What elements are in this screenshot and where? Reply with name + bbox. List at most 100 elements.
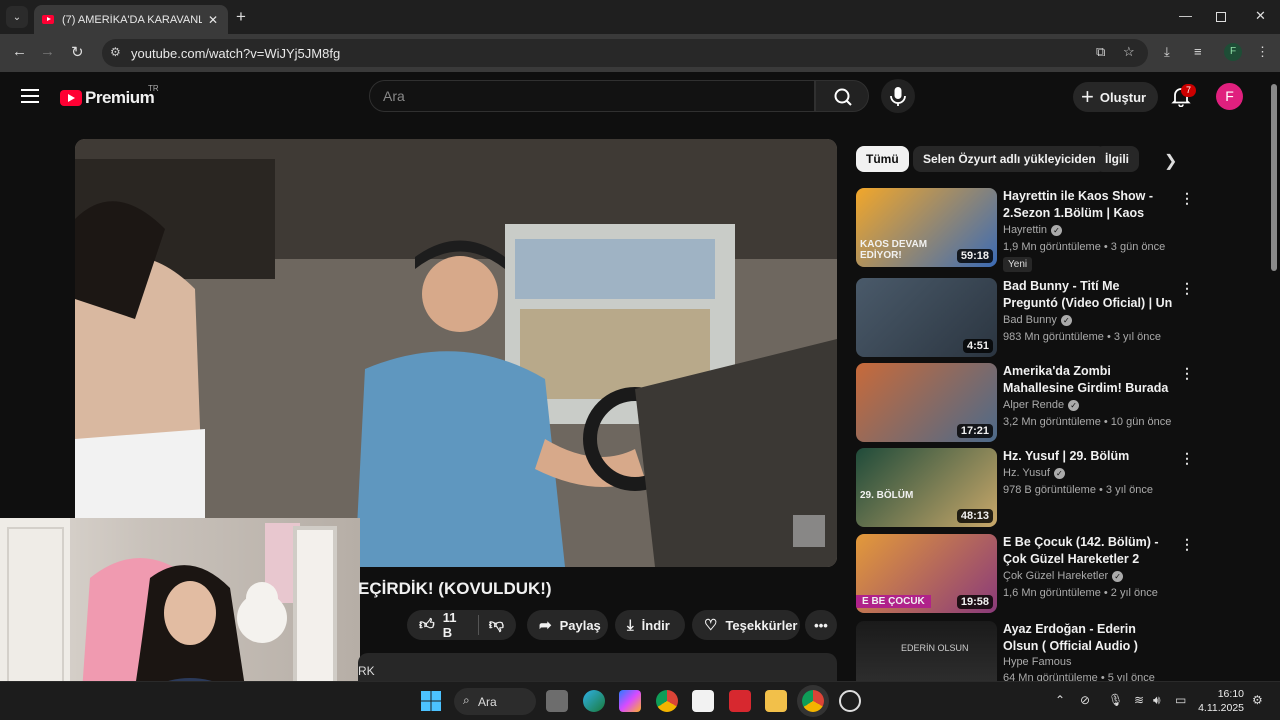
recommendation-item[interactable]: E BE ÇOCUK 19:58 E Be Çocuk (142. Bölüm)… [856, 534, 1194, 614]
video-thumbnail[interactable]: 29. BÖLÜM 48:13 [856, 448, 997, 527]
create-button[interactable]: + Oluştur [1073, 82, 1158, 112]
search-input[interactable] [370, 81, 814, 111]
thanks-button[interactable]: ♡ Teşekkürler [692, 610, 800, 640]
video-thumbnail[interactable]: 4:51 [856, 278, 997, 357]
recommendation-item[interactable]: 17:21 Amerika'da Zombi Mahallesine Girdi… [856, 363, 1194, 443]
minimize-icon[interactable]: — [1179, 8, 1192, 23]
browser-menu-icon[interactable]: ⋮ [1256, 44, 1269, 60]
chrome-active-icon[interactable] [802, 690, 824, 712]
thumbs-up-icon: 👍︎ [419, 616, 435, 633]
channel-name[interactable]: Alper Rende ✓ [1003, 399, 1080, 411]
account-avatar[interactable]: F [1216, 83, 1243, 110]
video-thumbnail[interactable]: EDERİN OLSUN [856, 621, 997, 681]
video-title[interactable]: Ayaz Erdoğan - Ederin Olsun ( Official A… [1003, 621, 1173, 655]
voice-search-button[interactable] [881, 79, 915, 113]
more-vertical-icon[interactable]: ⋮ [1180, 536, 1194, 553]
chip-related[interactable]: İlgili [1095, 146, 1139, 172]
video-title[interactable]: E Be Çocuk (142. Bölüm) - Çok Güzel Hare… [1003, 534, 1173, 568]
media-controls-icon[interactable]: ≡ [1194, 44, 1202, 59]
thanks-label: Teşekkürler [725, 617, 798, 633]
video-title[interactable]: Hz. Yusuf | 29. Bölüm [1003, 448, 1173, 465]
browser-toolbar: ← → ↻ ⚙ youtube.com/watch?v=WiJYj5JM8fg … [0, 34, 1280, 72]
new-tab-button[interactable]: + [236, 8, 246, 25]
video-player[interactable] [75, 139, 837, 567]
downloads-icon[interactable]: ⤓ [1164, 44, 1170, 60]
channel-name[interactable]: Çok Güzel Hareketler ✓ [1003, 570, 1124, 582]
task-view-icon[interactable] [546, 690, 568, 712]
download-icon: ⤓ [627, 616, 634, 634]
camera-off-icon[interactable]: ⊘ [1080, 693, 1090, 707]
like-button[interactable]: 👍︎ 11 B 👎︎ [407, 610, 516, 640]
store-icon[interactable] [692, 690, 714, 712]
recommendation-item[interactable]: KAOS DEVAM EDİYOR! 59:18 Hayrettin ile K… [856, 188, 1194, 272]
copilot-icon[interactable] [619, 690, 641, 712]
thumbnail-caption: E BE ÇOCUK [856, 595, 931, 608]
more-actions-button[interactable]: ••• [805, 610, 837, 640]
recommendation-item[interactable]: EDERİN OLSUN Ayaz Erdoğan - Ederin Olsun… [856, 621, 1182, 681]
wifi-icon[interactable]: ≋ [1134, 693, 1144, 707]
channel-name[interactable]: Hayrettin ✓ [1003, 224, 1063, 236]
notifications-center-icon[interactable]: ⚙ [1252, 693, 1263, 707]
video-title[interactable]: Hayrettin ile Kaos Show - 2.Sezon 1.Bölü… [1003, 188, 1173, 222]
window-close-icon[interactable]: ✕ [1255, 8, 1266, 24]
youtube-premium-logo[interactable]: Premium TR [60, 84, 159, 108]
recommendation-item[interactable]: 29. BÖLÜM 48:13 Hz. Yusuf | 29. Bölüm Hz… [856, 448, 1194, 528]
more-vertical-icon[interactable]: ⋮ [1180, 190, 1194, 207]
chip-from-uploader[interactable]: Selen Özyurt adlı yükleyiciden [913, 146, 1106, 172]
video-thumbnail[interactable]: KAOS DEVAM EDİYOR! 59:18 [856, 188, 997, 267]
chip-all[interactable]: Tümü [856, 146, 909, 172]
reload-icon[interactable]: ↻ [71, 43, 84, 61]
scrollbar-thumb[interactable] [1271, 84, 1277, 271]
verified-check-icon: ✓ [1053, 467, 1065, 479]
more-vertical-icon[interactable]: ⋮ [1180, 365, 1194, 382]
install-app-icon[interactable]: ⧉ [1096, 44, 1105, 60]
wps-office-icon[interactable] [729, 690, 751, 712]
more-vertical-icon[interactable]: ⋮ [1180, 623, 1182, 640]
thumbs-down-icon[interactable]: 👎︎ [489, 616, 504, 634]
download-button[interactable]: ⤓ İndir [615, 610, 685, 640]
video-thumbnail[interactable]: 17:21 [856, 363, 997, 442]
tray-overflow-icon[interactable]: ⌃ [1055, 693, 1065, 707]
browser-profile-avatar[interactable]: F [1224, 43, 1242, 61]
site-info-icon[interactable]: ⚙ [110, 45, 121, 59]
search-button[interactable] [815, 80, 869, 112]
more-vertical-icon[interactable]: ⋮ [1180, 450, 1194, 467]
back-icon[interactable]: ← [12, 43, 27, 60]
video-thumbnail[interactable]: E BE ÇOCUK 19:58 [856, 534, 997, 613]
edge-icon[interactable] [583, 690, 605, 712]
video-title[interactable]: Amerika'da Zombi Mahallesine Girdim! Bur… [1003, 363, 1173, 397]
volume-icon[interactable]: 🔊︎ [1153, 693, 1161, 708]
thumbnail-caption: KAOS DEVAM EDİYOR! [860, 239, 928, 261]
taskbar-search[interactable]: ⌕ Ara [454, 688, 536, 715]
more-horizontal-icon: ••• [814, 617, 828, 633]
bookmark-star-icon[interactable]: ☆ [1123, 44, 1135, 60]
file-explorer-icon[interactable] [765, 690, 787, 712]
windows-start-icon[interactable] [420, 690, 442, 712]
tab-close-icon[interactable]: ✕ [206, 13, 220, 27]
channel-name[interactable]: Hype Famous [1003, 656, 1071, 668]
microphone-tray-icon[interactable]: 🎙︎ [1108, 693, 1123, 707]
channel-label: Hayrettin [1003, 224, 1048, 236]
channel-name[interactable]: Hz. Yusuf ✓ [1003, 467, 1065, 479]
battery-icon[interactable]: ▭ [1175, 693, 1186, 707]
guide-menu-icon[interactable] [21, 89, 39, 103]
video-meta: 983 Mn görüntüleme • 3 yıl önce [1003, 331, 1161, 343]
tab-search-button[interactable]: ⌄ [6, 6, 28, 28]
recommendation-item[interactable]: 4:51 Bad Bunny - Tití Me Preguntó (Video… [856, 278, 1194, 358]
channel-name[interactable]: Bad Bunny ✓ [1003, 314, 1072, 326]
logo-text: Premium [85, 88, 155, 107]
taskbar-clock[interactable]: 16:10 4.11.2025 [1198, 687, 1244, 715]
clock-date: 4.11.2025 [1198, 702, 1244, 714]
chrome-icon[interactable] [656, 690, 678, 712]
chevron-right-icon[interactable]: ❯ [1164, 151, 1177, 171]
forward-icon[interactable]: → [40, 43, 55, 60]
more-vertical-icon[interactable]: ⋮ [1180, 280, 1194, 297]
video-title[interactable]: Bad Bunny - Tití Me Preguntó (Video Ofic… [1003, 278, 1173, 312]
obs-icon[interactable] [839, 690, 861, 712]
address-bar[interactable]: ⚙ youtube.com/watch?v=WiJYj5JM8fg [102, 39, 1148, 67]
share-button[interactable]: ➦ Paylaş [527, 610, 608, 640]
plus-icon: + [1081, 84, 1094, 109]
browser-tab[interactable]: (7) AMERİKA'DA KARAVANLA 4( ✕ [34, 5, 228, 34]
maximize-icon[interactable] [1216, 12, 1226, 22]
video-meta: 1,9 Mn görüntüleme • 3 gün önce [1003, 241, 1166, 253]
